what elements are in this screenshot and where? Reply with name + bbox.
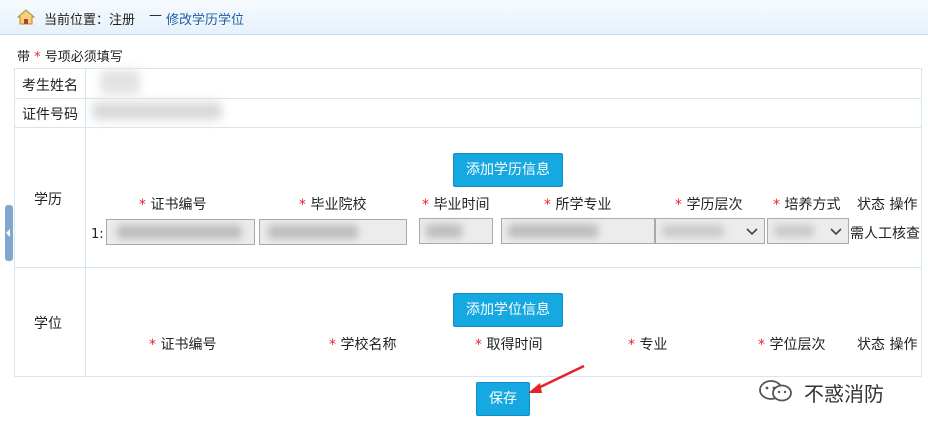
edu-school-input[interactable]: [259, 219, 407, 245]
deg-col-level: * 学位层次: [758, 337, 826, 353]
edu-level-select[interactable]: [655, 218, 765, 244]
edu-row-status: 需人工核查: [850, 226, 920, 242]
watermark-text: 不惑消防: [804, 382, 884, 406]
table-border-bottom: [14, 376, 922, 377]
table-border-left: [14, 68, 15, 377]
breadcrumb-separator: —: [149, 8, 162, 23]
edu-major-input[interactable]: [501, 218, 655, 244]
id-number-label: 证件号码: [22, 107, 78, 123]
edu-cert-number-input[interactable]: [106, 219, 255, 245]
table-border-top: [14, 68, 922, 69]
required-note-suffix: 号项必须填写: [44, 50, 123, 65]
table-divider: [14, 98, 922, 99]
breadcrumb-bar: 当前位置：注册 — 修改学历学位: [0, 0, 928, 35]
edu-study-mode-select[interactable]: [767, 218, 849, 244]
table-column-divider: [85, 68, 86, 377]
edu-col-grad-date: * 毕业时间: [422, 197, 490, 213]
add-education-button[interactable]: 添加学历信息: [453, 153, 563, 187]
edu-col-status-action: 状态 操作: [857, 197, 918, 213]
table-divider: [14, 127, 922, 128]
deg-col-cert-number: * 证书编号: [149, 337, 217, 353]
name-label: 考生姓名: [22, 78, 78, 94]
id-number-value-redacted: [92, 102, 222, 120]
name-value-redacted: [100, 70, 140, 94]
chevron-down-icon: [746, 228, 758, 236]
required-note: 带 * 号项必须填写: [17, 46, 123, 65]
edu-col-study-mode: * 培养方式: [773, 197, 841, 213]
edu-col-school: * 毕业院校: [299, 197, 367, 213]
edu-col-major: * 所学专业: [544, 197, 612, 213]
degree-section-label: 学位: [34, 316, 62, 332]
annotation-arrow-icon: [528, 364, 585, 393]
edu-row-index: 1:: [91, 227, 104, 242]
education-section-label: 学历: [34, 192, 62, 208]
deg-col-school: * 学校名称: [329, 337, 397, 353]
chevron-down-icon: [830, 228, 842, 236]
edu-grad-date-input[interactable]: [419, 218, 493, 244]
breadcrumb-label: 当前位置：注册: [44, 13, 136, 28]
wechat-icon: [759, 380, 792, 402]
home-icon[interactable]: [17, 9, 35, 25]
table-border-right: [921, 68, 922, 377]
deg-col-date: * 取得时间: [475, 337, 543, 353]
edu-col-cert-number: * 证书编号: [139, 197, 207, 213]
sidebar-toggle-handle[interactable]: [5, 205, 13, 261]
table-divider: [14, 267, 922, 268]
breadcrumb-current[interactable]: 修改学历学位: [166, 9, 244, 28]
add-degree-button[interactable]: 添加学位信息: [453, 293, 563, 327]
deg-col-major: * 专业: [628, 337, 668, 353]
required-note-prefix: 带: [17, 50, 31, 65]
edu-col-level: * 学历层次: [675, 197, 743, 213]
required-star: *: [34, 50, 41, 65]
deg-col-status-action: 状态 操作: [857, 337, 918, 353]
